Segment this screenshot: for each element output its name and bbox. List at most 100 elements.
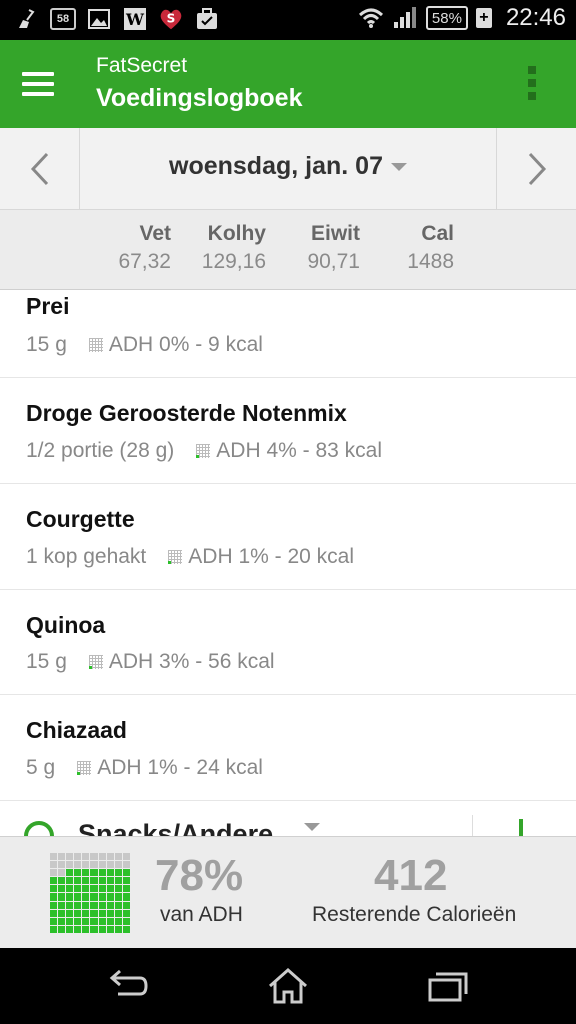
food-name: Quinoa <box>26 612 106 638</box>
totals-value: 129,16 <box>201 250 266 273</box>
previous-day-button[interactable] <box>0 128 80 210</box>
rdi-grid-cell <box>90 853 98 861</box>
overflow-menu-icon[interactable] <box>528 66 536 105</box>
food-item[interactable]: Prei 15 g ADH 0% - 9 kcal <box>0 291 576 378</box>
rdi-grid-cell <box>66 869 74 877</box>
date-selector[interactable]: woensdag, jan. 07 <box>80 152 496 181</box>
rdi-grid-cell <box>82 925 90 933</box>
rdi-grid-cell <box>82 853 90 861</box>
notification-count: 58 <box>56 13 70 25</box>
status-bar: 58 W S 58% + 22:46 <box>0 0 576 40</box>
rdi-grid-cell <box>74 925 82 933</box>
rdi-grid-cell <box>106 861 114 869</box>
food-item[interactable]: Droge Geroosterde Notenmix 1/2 portie (2… <box>0 378 576 484</box>
rdi-grid-cell <box>82 893 90 901</box>
food-amount: 15 g <box>26 650 67 673</box>
rdi-grid-cell <box>122 925 130 933</box>
battery-level: 58% <box>431 9 462 27</box>
home-button[interactable] <box>264 966 312 1006</box>
food-rdi: ADH 3% - 56 kcal <box>108 650 275 673</box>
rdi-grid-cell <box>50 909 58 917</box>
rdi-grid-cell <box>50 869 58 877</box>
rdi-grid-cell <box>74 853 82 861</box>
rdi-grid-cell <box>114 893 122 901</box>
rdi-grid-cell <box>114 917 122 925</box>
rdi-percent-label: van ADH <box>160 903 243 926</box>
rdi-grid-icon <box>77 761 92 775</box>
rdi-grid-cell <box>98 901 106 909</box>
svg-text:S: S <box>167 12 176 26</box>
rdi-grid-cell <box>90 869 98 877</box>
rdi-grid-cell <box>122 861 130 869</box>
totals-header: Vet <box>139 222 171 245</box>
rdi-grid-cell <box>106 853 114 861</box>
rdi-grid-cell <box>90 861 98 869</box>
signal-icon <box>392 5 418 31</box>
food-item[interactable]: Chiazaad 5 g ADH 1% - 24 kcal <box>0 695 576 801</box>
back-button[interactable] <box>104 966 152 1006</box>
rdi-grid-cell <box>114 909 122 917</box>
rdi-grid-cell <box>114 853 122 861</box>
meal-section-header[interactable]: Snacks/Andere <box>0 801 576 836</box>
date-text: woensdag, jan. 07 <box>169 152 383 180</box>
rdi-grid-cell <box>50 861 58 869</box>
w-app-icon: W <box>122 6 148 32</box>
rdi-grid-cell <box>66 909 74 917</box>
meal-section-title: Snacks/Andere <box>78 819 274 836</box>
rdi-grid-cell <box>50 893 58 901</box>
rdi-grid-cell <box>114 861 122 869</box>
rdi-grid-cell <box>74 861 82 869</box>
rdi-grid-cell <box>106 885 114 893</box>
rdi-grid-cell <box>82 885 90 893</box>
menu-icon[interactable] <box>22 72 54 96</box>
battery-icon: 58% <box>425 6 468 30</box>
page-title: Voedingslogboek <box>96 84 303 112</box>
rdi-grid-cell <box>58 893 66 901</box>
rdi-grid-cell <box>122 901 130 909</box>
chevron-right-icon <box>528 152 546 186</box>
rdi-grid-cell <box>114 877 122 885</box>
totals-header: Eiwit <box>310 222 360 245</box>
rdi-grid-cell <box>98 885 106 893</box>
rdi-grid-cell <box>114 901 122 909</box>
rdi-grid-cell <box>122 909 130 917</box>
rdi-grid-cell <box>98 925 106 933</box>
totals-calories: Cal 1488 <box>407 222 454 274</box>
rdi-grid-cell <box>98 893 106 901</box>
rdi-progress-grid <box>50 853 130 933</box>
rdi-grid-cell <box>50 853 58 861</box>
rdi-grid-cell <box>90 893 98 901</box>
rdi-grid-cell <box>106 877 114 885</box>
rdi-grid-cell <box>66 877 74 885</box>
dropdown-caret-icon <box>390 163 407 172</box>
rdi-grid-cell <box>50 901 58 909</box>
food-item[interactable]: Courgette 1 kop gehakt ADH 1% - 20 kcal <box>0 484 576 590</box>
food-name: Chiazaad <box>26 717 127 743</box>
food-detail: 1/2 portie (28 g) ADH 4% - 83 kcal <box>26 439 382 463</box>
rdi-grid-cell <box>82 861 90 869</box>
food-list[interactable]: Prei 15 g ADH 0% - 9 kcal Droge Gerooster… <box>0 291 576 836</box>
add-food-icon[interactable] <box>519 819 523 836</box>
food-rdi: ADH 1% - 24 kcal <box>97 756 263 779</box>
rdi-grid-cell <box>58 861 66 869</box>
rdi-grid-cell <box>106 909 114 917</box>
rdi-grid-cell <box>74 901 82 909</box>
rdi-grid-cell <box>122 877 130 885</box>
food-item[interactable]: Quinoa 15 g ADH 3% - 56 kcal <box>0 590 576 695</box>
food-name: Prei <box>26 293 70 319</box>
rdi-grid-icon <box>88 338 103 352</box>
recent-apps-button[interactable] <box>424 966 472 1006</box>
rdi-grid-cell <box>66 853 74 861</box>
rdi-grid-cell <box>122 917 130 925</box>
rdi-grid-cell <box>66 861 74 869</box>
next-day-button[interactable] <box>496 128 576 210</box>
rdi-grid-cell <box>82 917 90 925</box>
totals-protein: Eiwit 90,71 <box>307 222 360 274</box>
food-rdi: ADH 1% - 20 kcal <box>188 545 354 568</box>
chevron-left-icon <box>30 152 48 186</box>
rdi-grid-cell <box>98 853 106 861</box>
food-amount: 1 kop gehakt <box>26 545 147 568</box>
recent-apps-icon <box>428 972 468 1002</box>
rdi-grid-cell <box>90 925 98 933</box>
rdi-grid-cell <box>58 885 66 893</box>
